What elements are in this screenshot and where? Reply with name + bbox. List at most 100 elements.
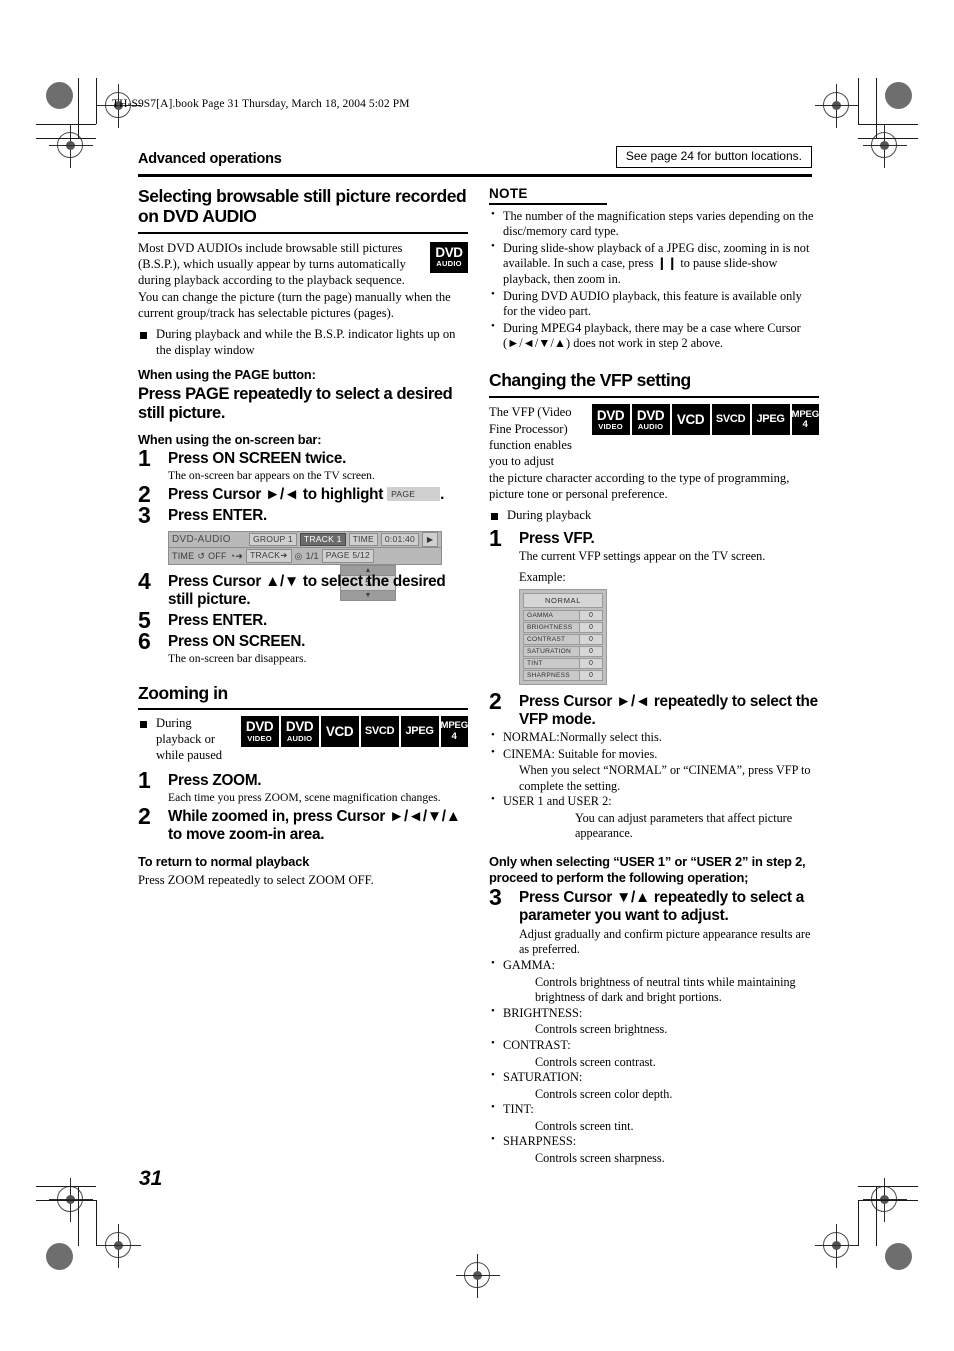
step-text-after: .: [440, 486, 445, 504]
repeat-icon[interactable]: ↺: [197, 551, 205, 562]
vfp-step-3-note: Adjust gradually and confirm picture app…: [519, 926, 811, 956]
vfp-panel-title: NORMAL: [523, 593, 603, 609]
vfp-param-row[interactable]: BRIGHTNESS 0: [523, 622, 603, 634]
badge-line1: DVD: [435, 244, 463, 260]
osd-source-label: DVD-AUDIO: [172, 534, 231, 546]
disc-icon: ◎: [294, 550, 303, 561]
on-screen-bar-illustration: DVD-AUDIO GROUP 1 TRACK 1 TIME 0:01:40 ▶…: [168, 531, 442, 602]
vfp-condition: During playback: [489, 508, 819, 524]
badge-jpeg: JPEG: [751, 404, 790, 436]
osd-track-nav[interactable]: TRACK➜: [246, 549, 292, 563]
vfp-settings-panel-illustration: NORMAL GAMMA 0 BRIGHTNESS 0 CONTRAST 0 S…: [519, 589, 607, 686]
osd-track-chip[interactable]: TRACK 1: [299, 532, 346, 547]
zooming-condition-row: During playback or while paused DVD VIDE…: [138, 715, 468, 764]
vfp-param-row[interactable]: TINT 0: [523, 658, 603, 670]
step-number: 2: [489, 688, 502, 715]
badge-line2: AUDIO: [286, 733, 313, 743]
badge-line2: 4: [451, 730, 458, 742]
badge-jpeg: JPEG: [400, 715, 439, 747]
vfp-intro-rest: the picture character according to the t…: [489, 470, 790, 501]
square-bullet-icon: [140, 720, 147, 728]
vfp-user-item: USER 1 and USER 2:: [489, 793, 819, 810]
badge-line1: DVD: [285, 719, 314, 735]
osd-time-mode[interactable]: TIME: [172, 551, 194, 561]
vfp-param-value: 0: [579, 659, 602, 669]
badge-line2: AUDIO: [637, 422, 664, 432]
osd-next-arrow-icon[interactable]: ▶: [422, 532, 438, 548]
vfp-parameter-name: GAMMA:: [489, 957, 819, 974]
page-button-instruction: Press PAGE repeatedly to select a desire…: [138, 385, 453, 423]
note-item: The number of the magnification steps va…: [489, 208, 819, 240]
running-head-title: Advanced operations: [138, 151, 282, 167]
zooming-condition: During playback or while paused: [138, 716, 235, 764]
badge-mpeg4: MPEG 4: [440, 715, 468, 747]
vfp-param-value: 0: [579, 623, 602, 633]
step-number: 3: [489, 884, 502, 911]
vfp-parameter-name: CONTRAST:: [489, 1037, 819, 1054]
badge-line1: MPEG: [791, 408, 820, 420]
return-normal-label: To return to normal playback: [138, 854, 310, 870]
note-rule: [489, 203, 607, 205]
step-number: 6: [138, 628, 151, 655]
heading-rule-bsp: [138, 231, 468, 234]
badge-line2: VIDEO: [598, 422, 623, 432]
badge-line1: SVCD: [364, 724, 395, 737]
square-bullet-icon: [491, 513, 498, 521]
badge-line1: DVD: [636, 407, 665, 423]
see-page-reference-box: See page 24 for button locations.: [615, 146, 812, 168]
section-heading-zooming: Zooming in: [138, 682, 228, 703]
running-head-rule: [138, 174, 812, 177]
osd-key-page[interactable]: PAGE: [387, 487, 441, 502]
badge-line1: VCD: [325, 723, 354, 739]
note-list: The number of the magnification steps va…: [489, 208, 819, 352]
vfp-parameter-list: SHARPNESS:: [489, 1133, 819, 1150]
square-bullet-icon: [140, 332, 147, 340]
vfp-parameter-desc: Controls screen sharpness.: [535, 1150, 665, 1165]
step-1-note: The on-screen bar appears on the TV scre…: [168, 468, 375, 482]
vfp-parameter-desc: Controls screen contrast.: [535, 1054, 656, 1069]
left-column: Selecting browsable still picture record…: [138, 186, 468, 895]
vfp-user-description: You can adjust parameters that affect pi…: [575, 810, 793, 841]
badge-mpeg4: MPEG 4: [791, 404, 820, 436]
badge-line1: JPEG: [405, 724, 434, 737]
heading-rule-zooming: [138, 708, 468, 710]
osd-page-chip[interactable]: PAGE 5/12: [321, 549, 374, 563]
vfp-param-row[interactable]: CONTRAST 0: [523, 634, 603, 646]
badge-dvd-audio: DVD AUDIO: [430, 241, 468, 273]
step-text: Press Cursor ▼/▲ repeatedly to select a …: [519, 889, 804, 925]
vfp-param-name: CONTRAST: [527, 636, 566, 644]
vfp-param-row[interactable]: GAMMA 0: [523, 610, 603, 622]
vfp-param-name: TINT: [527, 660, 543, 668]
disc-badges-vfp: DVD VIDEO DVD AUDIO VCD SVCD JPEG MPEG 4: [591, 404, 820, 436]
vfp-mode-list: NORMAL:Normally select this. CINEMA: Sui…: [489, 729, 819, 762]
vfp-user-list: USER 1 and USER 2:: [489, 793, 819, 810]
vfp-step-2: 2 Press Cursor ►/◄ repeatedly to select …: [489, 688, 819, 729]
clock-skip-icon[interactable]: ◔➜: [230, 551, 243, 562]
vfp-step-3: 3 Press Cursor ▼/▲ repeatedly to select …: [489, 884, 819, 925]
osd-group-chip[interactable]: GROUP 1: [248, 532, 297, 547]
right-column: NOTE The number of the magnification ste…: [489, 186, 819, 1166]
step-number: 1: [138, 444, 151, 471]
vfp-param-value: 0: [579, 647, 602, 657]
step-text: Press ON SCREEN twice.: [168, 449, 347, 467]
vfp-param-name: SATURATION: [527, 648, 572, 656]
badge-dvd-video: DVD VIDEO: [591, 404, 630, 436]
vfp-step-1: 1 Press VFP.: [489, 527, 819, 550]
vfp-example-label: Example:: [519, 569, 566, 584]
step-3-enter: 3 Press ENTER.: [138, 504, 468, 527]
badge-svcd: SVCD: [360, 715, 399, 747]
vfp-condition-text: During playback: [507, 508, 592, 523]
heading-rule-vfp: [489, 395, 819, 399]
note-item: During MPEG4 playback, there may be a ca…: [489, 320, 819, 352]
badge-line1: DVD: [245, 719, 274, 735]
zoom-step-2: 2 While zoomed in, press Cursor ►/◄/▼/▲ …: [138, 805, 468, 844]
vfp-param-row[interactable]: SHARPNESS 0: [523, 670, 603, 682]
vfp-param-row[interactable]: SATURATION 0: [523, 646, 603, 658]
vfp-intro-row: The VFP (Video Fine Processor) function …: [489, 404, 819, 469]
page-number: 31: [139, 1167, 163, 1190]
running-head-row: Advanced operations See page 24 for butt…: [138, 146, 812, 168]
badge-dvd-video: DVD VIDEO: [240, 715, 279, 747]
zooming-condition-text: During playback or while paused: [156, 715, 223, 762]
vfp-parameter-list: GAMMA:: [489, 957, 819, 974]
step-4-select-picture: 4 Press Cursor ▲/▼ to select the desired…: [138, 570, 468, 609]
